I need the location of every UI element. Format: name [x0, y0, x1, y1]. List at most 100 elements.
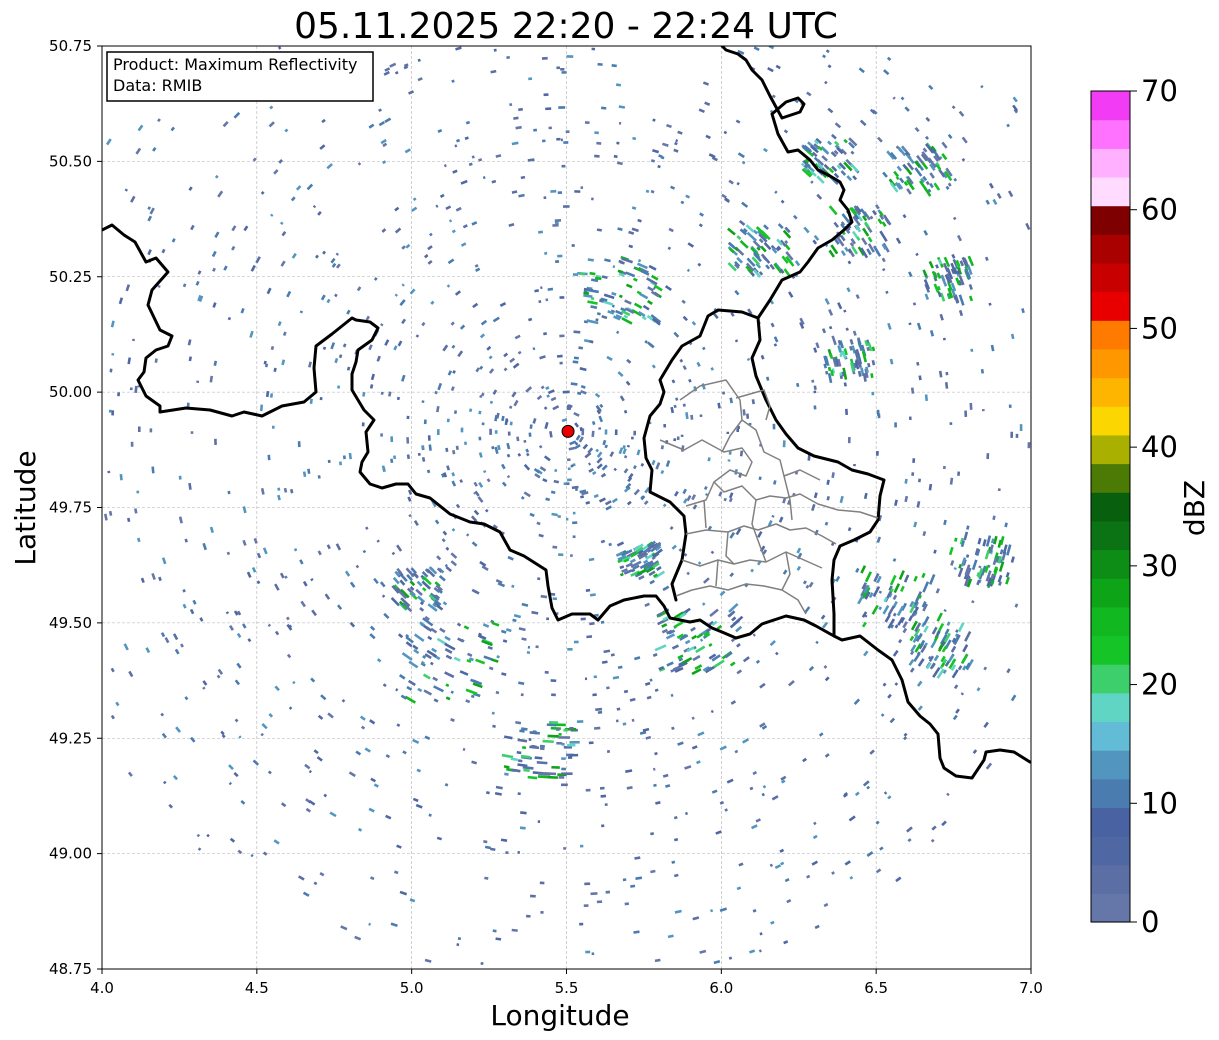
colorbar-segment [1091, 750, 1130, 780]
y-tick-label: 49.75 [49, 499, 92, 517]
echo-pixel [406, 437, 410, 444]
echo-pixel [772, 423, 776, 430]
echo-pixel [566, 517, 569, 521]
colorbar-ticks: 0 10 20 30 40 50 60 70 [1130, 74, 1178, 939]
echo-pixel [214, 438, 217, 445]
x-tick-label: 4.0 [90, 979, 114, 997]
echo-pixel [561, 783, 568, 787]
y-axis: 48.75 49.00 49.25 49.50 49.75 50.00 50.25 50.50… [49, 37, 102, 978]
y-tick-label: 49.25 [49, 729, 92, 747]
echo-pixel [537, 820, 541, 823]
echo-pixel [506, 55, 510, 60]
echo-pixel [676, 436, 680, 441]
x-tick-label: 4.5 [245, 979, 269, 997]
echo-pixel [554, 219, 562, 222]
echo-pixel [567, 458, 571, 462]
echo-pixel [663, 423, 667, 428]
echo-pixel [981, 408, 985, 412]
echo-pixel [542, 139, 546, 143]
echo-pixel [548, 775, 559, 779]
echo-pixel [532, 730, 537, 734]
echo-pixel [561, 767, 566, 771]
echo-pixel [548, 126, 552, 130]
echo-pixel [584, 677, 588, 681]
echo-pixel [1010, 431, 1014, 438]
echo-pixel [570, 464, 574, 468]
echo-pixel [446, 418, 450, 423]
echo-pixel [592, 693, 597, 697]
y-tick-label: 50.00 [49, 383, 92, 401]
echo-pixel [271, 425, 275, 429]
echo-pixel [911, 472, 915, 477]
echo-pixel [949, 422, 953, 425]
x-tick-label: 5.5 [555, 979, 579, 997]
echo-pixel [606, 750, 611, 753]
echo-pixel [1008, 404, 1012, 408]
echo-pixel [616, 141, 620, 145]
echo-pixel [584, 882, 591, 886]
echo-pixel [574, 190, 581, 193]
echo-pixel [875, 450, 879, 456]
echo-pixel [526, 914, 531, 918]
y-tick-label: 50.25 [49, 268, 92, 286]
radar-site-marker [561, 424, 575, 438]
echo-pixel [912, 458, 916, 463]
echo-pixel [186, 402, 190, 408]
echo-pixel [917, 478, 922, 483]
echo-pixel [604, 429, 608, 435]
echo-pixel [551, 765, 560, 769]
colorbar-segment [1091, 148, 1130, 178]
echo-pixel [572, 521, 578, 525]
echo-pixel [563, 205, 570, 208]
echo-pixel [584, 121, 590, 125]
echo-pixel [604, 803, 608, 807]
x-tick-label: 7.0 [1019, 979, 1043, 997]
info-data-text: Data: RMIB [113, 76, 202, 95]
echo-pixel [598, 427, 602, 430]
echo-pixel [567, 743, 576, 747]
echo-pixel [782, 440, 786, 448]
echo-pixel [529, 424, 533, 429]
echo-pixel [606, 686, 610, 690]
colorbar-segment [1091, 320, 1130, 350]
echo-pixel [509, 421, 513, 426]
echo-pixel [543, 196, 547, 200]
echo-pixel [736, 428, 740, 433]
echo-pixel [591, 47, 596, 51]
echo-pixel [505, 851, 509, 855]
y-tick-label: 49.00 [49, 845, 92, 863]
echo-pixel [563, 847, 566, 850]
echo-pixel [267, 454, 271, 461]
echo-pixel [396, 396, 400, 401]
echo-pixel [570, 554, 573, 557]
echo-pixel [1027, 442, 1031, 449]
echo-pixel [481, 422, 485, 426]
colorbar-tick-label: 70 [1141, 74, 1178, 108]
echo-pixel [563, 141, 569, 144]
echo-pixel [545, 298, 549, 302]
echo-pixel [1019, 424, 1023, 432]
echo-pixel [894, 422, 897, 428]
echo-pixel [539, 744, 545, 748]
echo-pixel [507, 431, 511, 436]
echo-pixel [593, 675, 598, 679]
colorbar-segment [1091, 434, 1130, 465]
echo-pixel [591, 197, 594, 201]
echo-pixel [622, 878, 627, 882]
echo-pixel [427, 435, 431, 441]
echo-pixel [579, 272, 586, 276]
x-tick-label: 6.5 [864, 979, 888, 997]
colorbar-segment [1091, 119, 1130, 149]
y-tick-label: 50.75 [49, 37, 92, 55]
echo-pixel [526, 650, 531, 655]
echo-pixel [567, 478, 572, 482]
echo-pixel [728, 451, 732, 455]
info-product-text: Product: Maximum Reflectivity [113, 55, 357, 74]
figure-title: 05.11.2025 22:20 - 22:24 UTC [294, 6, 838, 47]
y-tick-label: 50.50 [49, 152, 92, 170]
echo-pixel [178, 475, 182, 480]
radar-figure: 05.11.2025 22:20 - 22:24 UTC Product: Ma… [9, 6, 1211, 1032]
echo-pixel [871, 391, 875, 396]
echo-pixel [562, 390, 570, 394]
colorbar-tick-label: 10 [1141, 786, 1178, 820]
